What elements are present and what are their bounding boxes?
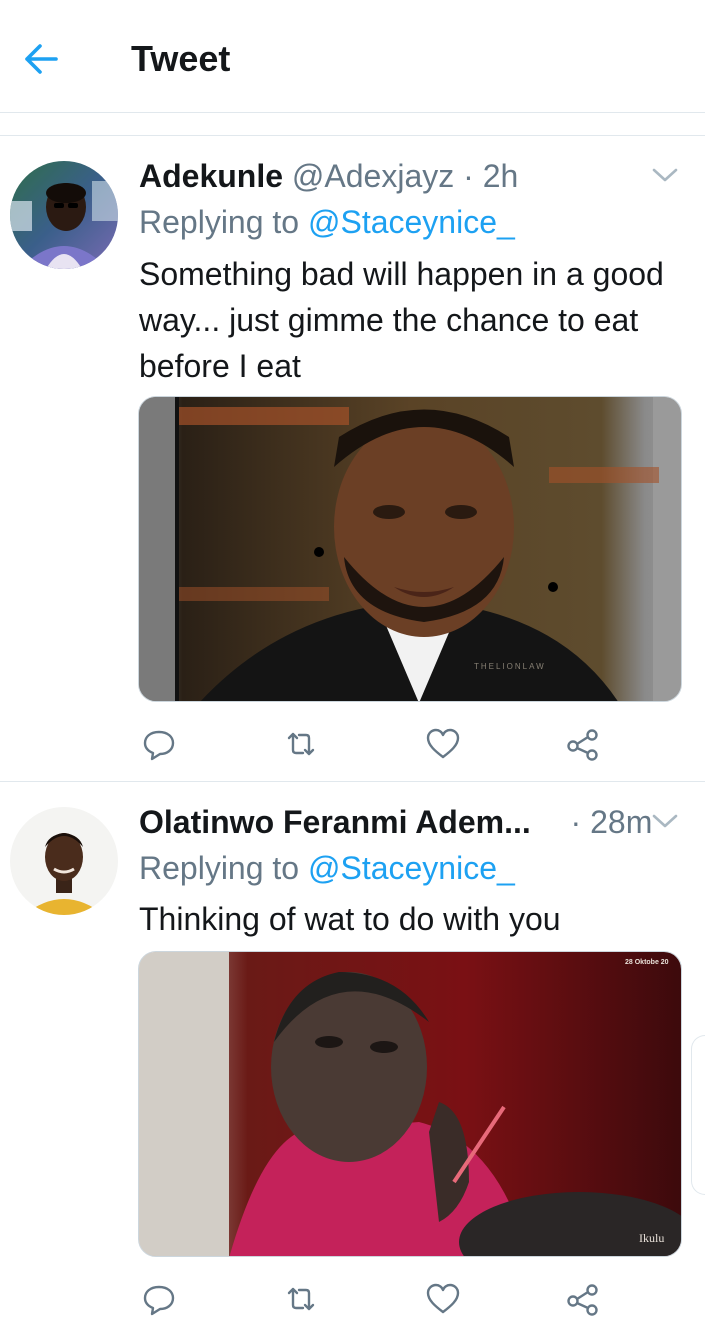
back-button[interactable] <box>18 36 64 82</box>
replying-to: Replying to @Staceynice_ <box>139 203 515 241</box>
image-watermark: Ikulu <box>639 1231 664 1245</box>
share-icon <box>567 1284 598 1316</box>
share-icon <box>567 729 598 761</box>
display-name[interactable]: Adekunle <box>139 158 283 194</box>
reply-button[interactable] <box>139 1279 179 1319</box>
reply-handle-link[interactable]: @Staceynice_ <box>308 850 515 886</box>
image-caption: 28 Oktobe 20 <box>625 959 669 966</box>
tweet-header: Olatinwo Feranmi Adem... · 28m <box>139 803 652 841</box>
tweet-actions <box>139 724 609 764</box>
top-bar: Tweet <box>0 0 705 113</box>
arrow-left-icon <box>25 44 58 74</box>
tweet-image[interactable]: THELIONLAW <box>138 396 682 702</box>
retweet-icon <box>287 732 315 756</box>
tweet[interactable]: Olatinwo Feranmi Adem... · 28m Replying … <box>0 783 705 1323</box>
like-button[interactable] <box>423 724 463 764</box>
separator: · <box>463 158 474 194</box>
heart-icon <box>426 728 460 759</box>
heart-icon <box>426 1283 460 1314</box>
tweet-actions <box>139 1279 609 1319</box>
more-options-button[interactable] <box>651 165 679 185</box>
chevron-down-icon <box>652 814 678 828</box>
avatar[interactable] <box>10 161 118 269</box>
chevron-down-icon <box>652 168 678 182</box>
tweet-text: Thinking of wat to do with you <box>139 901 561 937</box>
display-name[interactable]: Olatinwo Feranmi Adem... <box>139 804 531 840</box>
page-title: Tweet <box>131 38 231 79</box>
separator: · <box>570 804 582 840</box>
tweet-header: Adekunle @Adexjayz · 2h <box>139 157 518 195</box>
image-watermark: THELIONLAW <box>474 662 546 671</box>
reply-icon <box>143 1285 175 1316</box>
replying-prefix: Replying to <box>139 850 300 886</box>
avatar[interactable] <box>10 807 118 915</box>
replying-to: Replying to @Staceynice_ <box>139 849 515 887</box>
tweet-image[interactable]: 28 Oktobe 20 Ikulu <box>138 951 682 1257</box>
replying-prefix: Replying to <box>139 204 300 240</box>
reply-icon <box>143 730 175 761</box>
user-handle[interactable]: @Adexjayz <box>292 158 454 194</box>
divider <box>0 114 705 136</box>
share-button[interactable] <box>563 1279 603 1319</box>
tweet[interactable]: Adekunle @Adexjayz · 2h Replying to @Sta… <box>0 137 705 782</box>
timestamp[interactable]: 28m <box>590 804 652 840</box>
like-button[interactable] <box>423 1279 463 1319</box>
share-button[interactable] <box>563 724 603 764</box>
timestamp[interactable]: 2h <box>483 158 519 194</box>
tweet-text: Something bad will happen in a good way.… <box>139 256 664 384</box>
reply-handle-link[interactable]: @Staceynice_ <box>308 204 515 240</box>
retweet-button[interactable] <box>281 1279 321 1319</box>
reply-button[interactable] <box>139 724 179 764</box>
more-options-button[interactable] <box>651 811 679 831</box>
side-panel-handle[interactable] <box>691 1035 705 1195</box>
retweet-button[interactable] <box>281 724 321 764</box>
retweet-icon <box>287 1287 315 1311</box>
